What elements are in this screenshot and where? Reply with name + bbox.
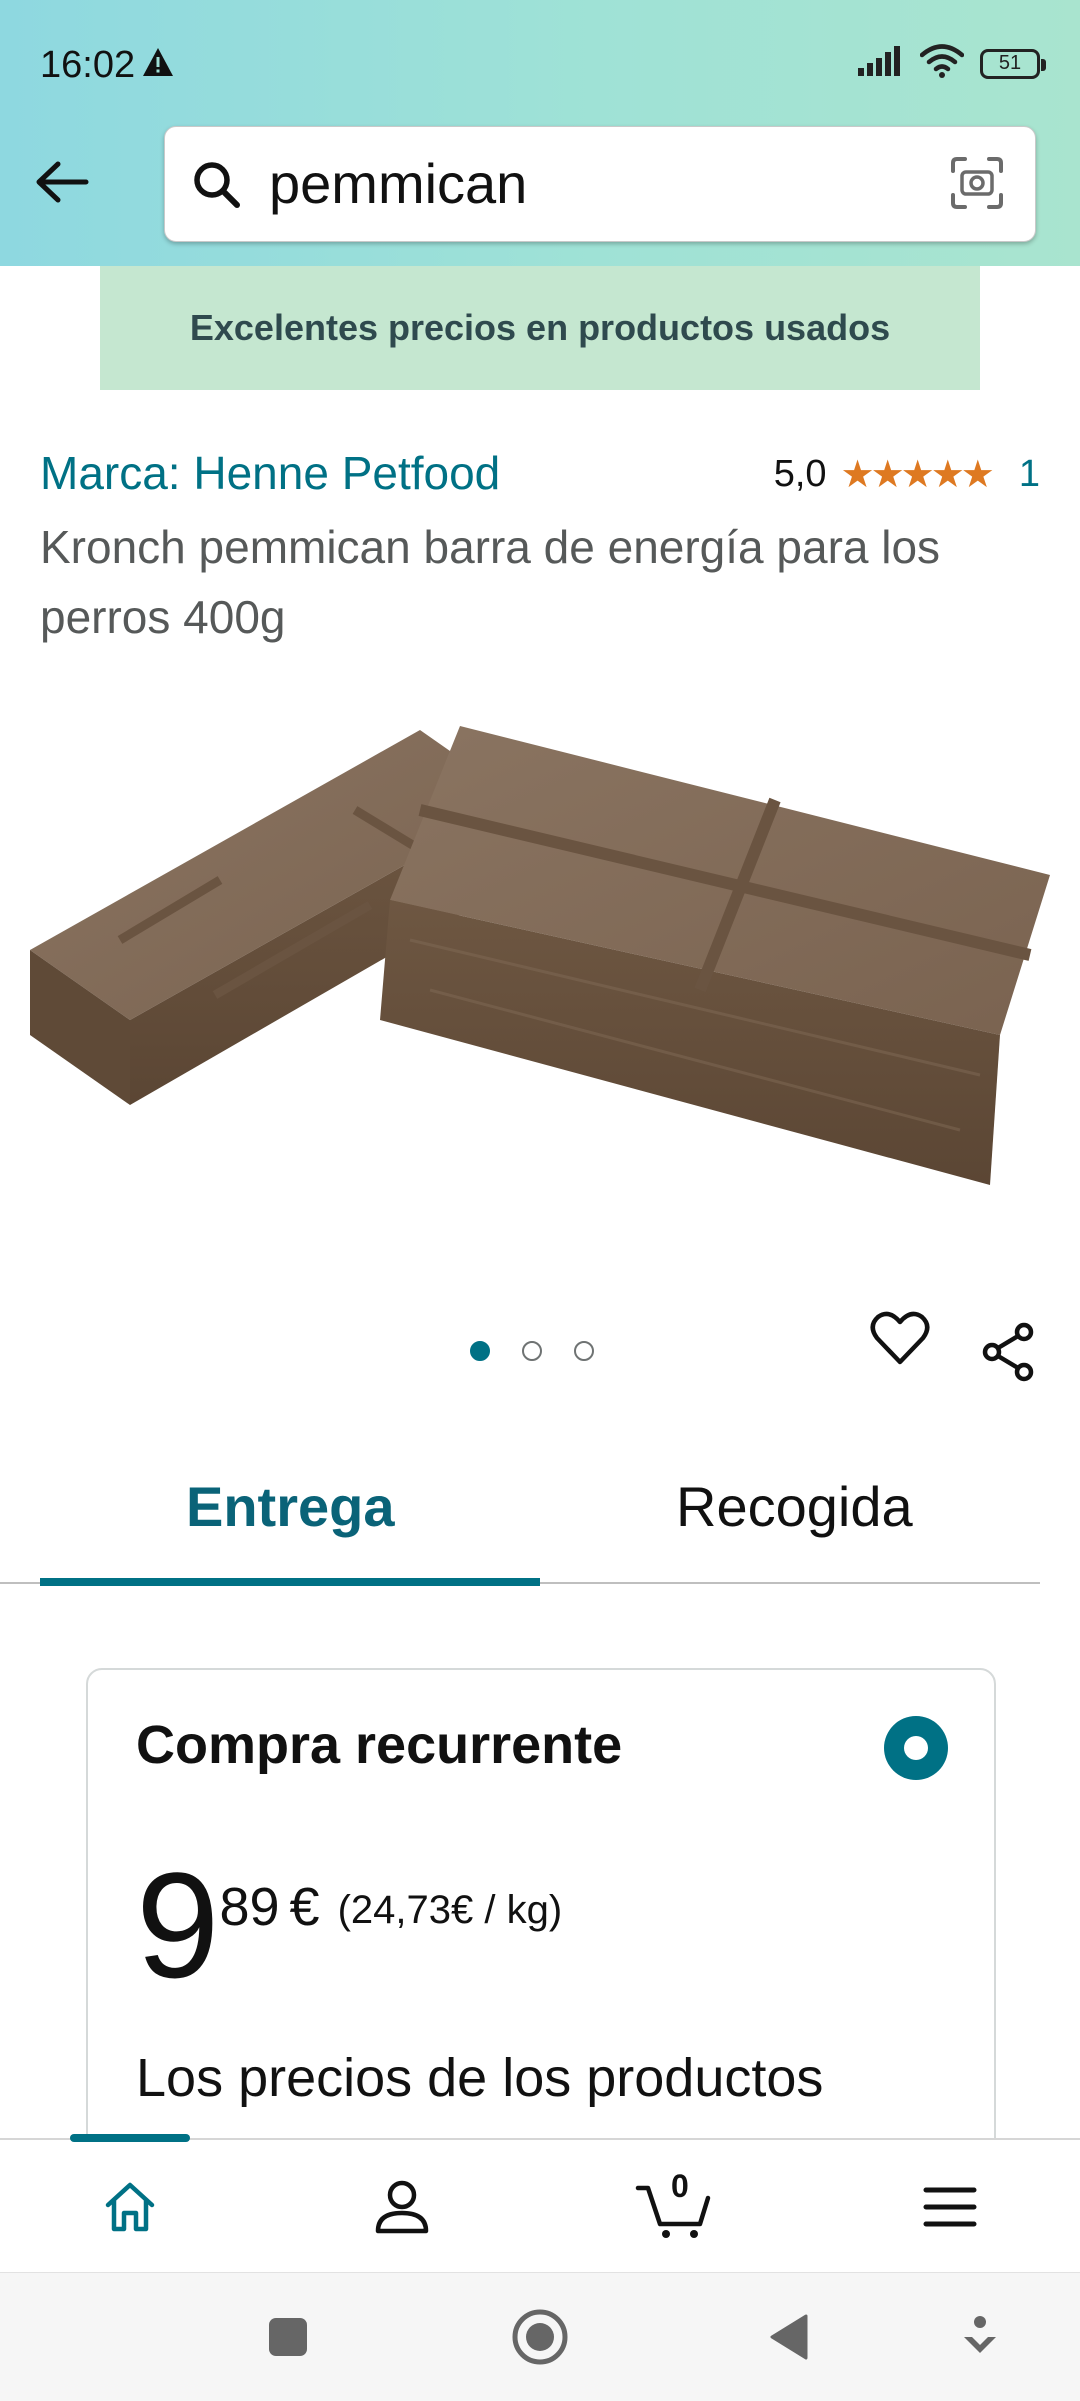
triangle-back-icon	[770, 2314, 808, 2360]
warning-icon	[141, 46, 175, 83]
hamburger-menu-icon	[923, 2187, 977, 2227]
bottom-navigation: 0	[0, 2134, 1080, 2274]
recents-button[interactable]	[258, 2307, 318, 2367]
nav-menu-button[interactable]	[900, 2172, 1000, 2242]
battery-level: 51	[998, 52, 1022, 74]
accessibility-down-icon	[964, 2316, 996, 2353]
home-icon	[105, 2182, 155, 2232]
nav-active-indicator	[70, 2134, 190, 2142]
app-header: 16:02 51 pemmican	[0, 0, 1080, 266]
image-pagination[interactable]	[470, 1341, 594, 1361]
heart-icon	[870, 1311, 930, 1365]
rating-summary[interactable]: 5,0 ★★★★★ 1	[774, 452, 1040, 497]
nav-home-button[interactable]	[80, 2172, 180, 2242]
cart-count: 0	[671, 2168, 689, 2204]
system-navigation-bar	[0, 2272, 1080, 2401]
system-home-button[interactable]	[510, 2307, 570, 2367]
card-title: Compra recurrente	[136, 1715, 623, 1775]
square-icon	[269, 2318, 307, 2356]
star-rating-icon: ★★★★★	[840, 454, 995, 496]
back-button[interactable]	[30, 150, 94, 214]
nav-cart-button[interactable]: 0	[624, 2168, 724, 2242]
product-image[interactable]	[0, 690, 1080, 1230]
product-title: Kronch pemmican barra de energía para lo…	[40, 521, 941, 643]
camera-lens-icon[interactable]	[949, 155, 1005, 216]
pagination-dot[interactable]	[574, 1341, 594, 1361]
rating-count: 1	[1018, 453, 1040, 495]
accessibility-button[interactable]	[950, 2307, 1010, 2367]
unit-price: (24,73€ / kg)	[337, 1888, 563, 1932]
wishlist-button[interactable]	[870, 1310, 930, 1371]
search-icon	[189, 157, 245, 218]
brand-link[interactable]: Marca: Henne Petfood	[40, 446, 500, 500]
status-time: 16:02	[40, 44, 136, 86]
user-icon	[375, 2180, 429, 2234]
share-icon	[982, 1322, 1034, 1382]
delivery-tabs: Entrega Recogida	[0, 1440, 1080, 1586]
signal-icon	[858, 46, 904, 81]
promo-banner-text: Excelentes precios en productos usados	[189, 307, 891, 348]
tab-recogida[interactable]: Recogida	[676, 1474, 913, 1539]
share-button[interactable]	[980, 1322, 1036, 1387]
radio-selected[interactable]	[884, 1716, 948, 1780]
tab-selected-indicator	[40, 1578, 540, 1586]
price: 9 89 € (24,73€ / kg)	[136, 1850, 562, 2000]
wifi-icon	[919, 44, 965, 83]
price-currency: €	[289, 1877, 320, 1937]
search-query: pemmican	[269, 152, 528, 215]
status-icons: 51	[858, 44, 1046, 83]
search-input[interactable]: pemmican	[164, 126, 1036, 242]
system-back-button[interactable]	[760, 2307, 820, 2367]
price-whole: 9	[136, 1841, 220, 2009]
promo-banner[interactable]: Excelentes precios en productos usados	[100, 266, 980, 390]
nav-account-button[interactable]	[352, 2172, 452, 2242]
circle-home-icon	[512, 2309, 568, 2365]
rating-value: 5,0	[773, 453, 827, 495]
tab-entrega[interactable]: Entrega	[186, 1474, 395, 1539]
arrow-left-icon	[36, 161, 89, 203]
price-fraction: 89	[219, 1877, 280, 1937]
status-bar: 16:02 51	[0, 0, 1080, 130]
pagination-dot[interactable]	[470, 1341, 490, 1361]
card-note: Los precios de los productos	[136, 2048, 824, 2108]
bar-front	[380, 726, 1050, 1185]
pagination-dot[interactable]	[522, 1341, 542, 1361]
battery-icon: 51	[980, 48, 1046, 79]
